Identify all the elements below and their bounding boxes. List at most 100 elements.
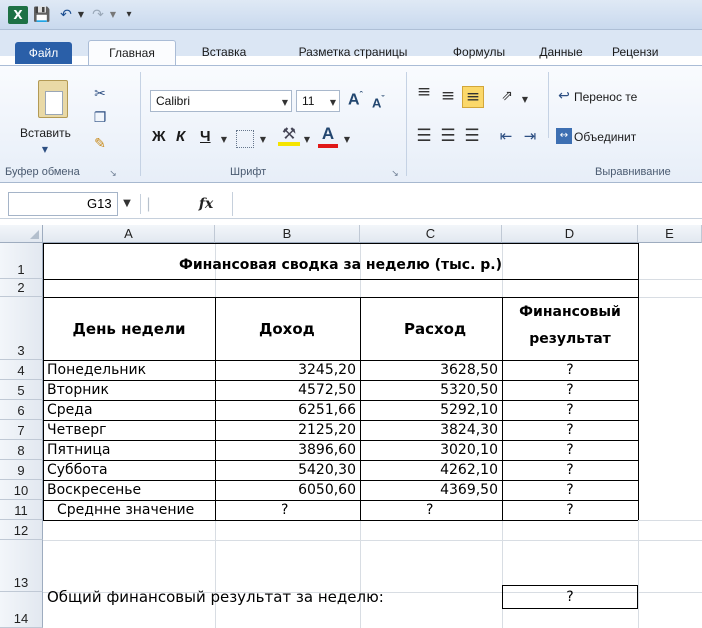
row-header-9[interactable]: 9 bbox=[0, 460, 43, 480]
align-right-icon[interactable]: ☰ bbox=[462, 128, 482, 145]
tab-insert[interactable]: Вставка bbox=[186, 42, 262, 62]
row-header-7[interactable]: 7 bbox=[0, 420, 43, 440]
tab-page-layout[interactable]: Разметка страницы bbox=[278, 42, 428, 62]
align-top-icon[interactable]: ≡ bbox=[414, 84, 434, 101]
cell-result[interactable]: ? bbox=[502, 400, 638, 420]
customize-quick-access-icon[interactable]: ▾ bbox=[124, 6, 134, 24]
row-header-4[interactable]: 4 bbox=[0, 360, 43, 380]
paste-icon[interactable] bbox=[38, 80, 68, 118]
row-header-8[interactable]: 8 bbox=[0, 440, 43, 460]
row-header-11[interactable]: 11 bbox=[0, 500, 43, 520]
cell-average-result[interactable]: ? bbox=[502, 500, 638, 520]
formula-bar-splitter-icon[interactable]: ❘ bbox=[140, 194, 156, 214]
select-all-corner[interactable] bbox=[0, 225, 43, 243]
cell-result[interactable]: ? bbox=[502, 440, 638, 460]
row-header-2[interactable]: 2 bbox=[0, 279, 43, 297]
cell-income[interactable]: 4572,50 bbox=[215, 380, 360, 400]
align-bottom-icon[interactable]: ≡ bbox=[462, 86, 484, 108]
cell-day[interactable]: Вторник bbox=[43, 380, 215, 400]
row-header-6[interactable]: 6 bbox=[0, 400, 43, 420]
clipboard-launcher-icon[interactable]: ↘ bbox=[107, 166, 119, 182]
header-income[interactable]: Доход bbox=[215, 297, 360, 360]
font-color-dropdown-icon[interactable]: ▼ bbox=[342, 132, 352, 148]
total-label[interactable]: Общий финансовый результат за неделю: bbox=[43, 585, 502, 609]
cell-income[interactable]: 3245,20 bbox=[215, 360, 360, 380]
cell-result[interactable]: ? bbox=[502, 380, 638, 400]
cell-income[interactable]: 3896,60 bbox=[215, 440, 360, 460]
cell-result[interactable]: ? bbox=[502, 420, 638, 440]
wrap-text-button[interactable]: Перенос те bbox=[574, 90, 637, 104]
cell-day[interactable]: Пятница bbox=[43, 440, 215, 460]
cell-average-label[interactable]: Среднне значение bbox=[43, 500, 215, 520]
align-left-icon[interactable]: ☰ bbox=[414, 128, 434, 145]
format-painter-icon[interactable]: ✎ bbox=[92, 136, 108, 152]
cell-day[interactable]: Четверг bbox=[43, 420, 215, 440]
font-color-icon[interactable]: A bbox=[318, 124, 338, 148]
tab-data[interactable]: Данные bbox=[528, 42, 594, 62]
paste-button-label[interactable]: Вставить bbox=[20, 126, 71, 140]
align-center-icon[interactable]: ☰ bbox=[438, 128, 458, 145]
column-header-a[interactable]: A bbox=[43, 225, 215, 243]
excel-icon[interactable]: X bbox=[8, 6, 28, 24]
paste-dropdown-icon[interactable]: ▼ bbox=[40, 142, 50, 158]
grow-font-icon[interactable]: Aˆ bbox=[348, 90, 363, 109]
cell-average-expense[interactable]: ? bbox=[360, 500, 502, 520]
header-day[interactable]: День недели bbox=[43, 297, 215, 360]
fill-color-dropdown-icon[interactable]: ▼ bbox=[302, 132, 312, 148]
sheet-title[interactable]: Финансовая сводка за неделю (тыс. р.) bbox=[43, 252, 638, 278]
row-header-10[interactable]: 10 bbox=[0, 480, 43, 500]
row-header-12[interactable]: 12 bbox=[0, 520, 43, 540]
save-icon[interactable]: 💾 bbox=[33, 6, 51, 24]
header-result-line1[interactable]: Финансовый bbox=[502, 304, 638, 326]
cell-expense[interactable]: 3628,50 bbox=[360, 360, 502, 380]
italic-button[interactable]: К bbox=[176, 128, 185, 145]
font-name-dropdown-icon[interactable]: ▼ bbox=[280, 95, 290, 111]
cut-icon[interactable]: ✂ bbox=[92, 86, 108, 102]
row-header-5[interactable]: 5 bbox=[0, 380, 43, 400]
borders-icon[interactable] bbox=[236, 130, 254, 148]
bold-button[interactable]: Ж bbox=[152, 128, 166, 145]
tab-file[interactable]: Файл bbox=[15, 42, 72, 64]
cell-expense[interactable]: 5292,10 bbox=[360, 400, 502, 420]
cell-income[interactable]: 6050,60 bbox=[215, 480, 360, 500]
undo-dropdown-icon[interactable]: ▼ bbox=[76, 6, 86, 24]
column-header-c[interactable]: C bbox=[360, 225, 502, 243]
cell-result[interactable]: ? bbox=[502, 360, 638, 380]
row-header-14[interactable]: 14 bbox=[0, 592, 43, 628]
borders-dropdown-icon[interactable]: ▼ bbox=[258, 132, 268, 148]
total-result-cell[interactable]: ? bbox=[502, 585, 638, 609]
increase-indent-icon[interactable]: ⇥ bbox=[520, 128, 540, 144]
copy-icon[interactable]: ❐ bbox=[92, 110, 108, 126]
redo-icon[interactable]: ↷ bbox=[90, 6, 106, 24]
cell-day[interactable]: Понедельник bbox=[43, 360, 215, 380]
header-expense[interactable]: Расход bbox=[360, 297, 502, 360]
row-header-13[interactable]: 13 bbox=[0, 540, 43, 592]
fill-color-icon[interactable]: ⚒ bbox=[278, 126, 300, 146]
tab-home[interactable]: Главная bbox=[88, 40, 176, 66]
insert-function-icon[interactable]: fx bbox=[186, 193, 226, 215]
cell-day[interactable]: Среда bbox=[43, 400, 215, 420]
header-result-line2[interactable]: результат bbox=[502, 331, 638, 353]
redo-dropdown-icon[interactable]: ▼ bbox=[108, 6, 118, 24]
merge-center-icon[interactable]: ↔ bbox=[556, 128, 572, 144]
cell-income[interactable]: 5420,30 bbox=[215, 460, 360, 480]
cell-day[interactable]: Суббота bbox=[43, 460, 215, 480]
cell-expense[interactable]: 3020,10 bbox=[360, 440, 502, 460]
orientation-dropdown-icon[interactable]: ▼ bbox=[520, 92, 530, 108]
undo-icon[interactable]: ↶ bbox=[58, 6, 74, 24]
column-header-e[interactable]: E bbox=[638, 225, 702, 243]
decrease-indent-icon[interactable]: ⇤ bbox=[496, 128, 516, 144]
cell-income[interactable]: 2125,20 bbox=[215, 420, 360, 440]
tab-review[interactable]: Рецензи bbox=[612, 42, 702, 62]
name-box[interactable]: G13 bbox=[8, 192, 118, 216]
wrap-text-icon[interactable]: ↩ bbox=[556, 88, 572, 104]
cell-expense[interactable]: 5320,50 bbox=[360, 380, 502, 400]
column-header-d[interactable]: D bbox=[502, 225, 638, 243]
font-launcher-icon[interactable]: ↘ bbox=[389, 166, 401, 182]
cell-income[interactable]: 6251,66 bbox=[215, 400, 360, 420]
cell-expense[interactable]: 3824,30 bbox=[360, 420, 502, 440]
formula-input[interactable] bbox=[232, 192, 702, 216]
cell-result[interactable]: ? bbox=[502, 460, 638, 480]
shrink-font-icon[interactable]: Aˇ bbox=[372, 94, 384, 110]
cell-average-income[interactable]: ? bbox=[215, 500, 360, 520]
